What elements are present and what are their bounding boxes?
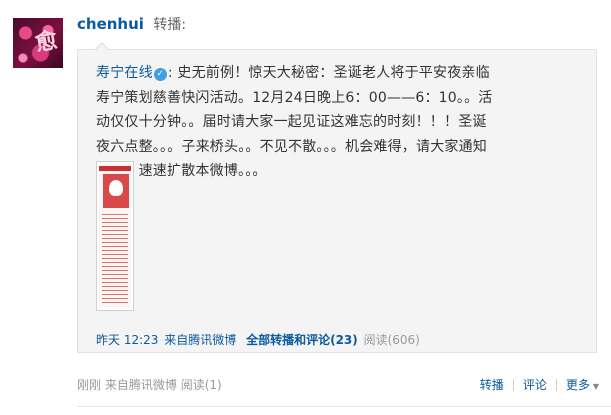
more-label: 更多	[565, 378, 590, 392]
username-link[interactable]: chenhui	[77, 15, 144, 33]
thumbnail-poster	[99, 164, 131, 308]
divider	[512, 378, 514, 391]
quoted-post-text: 寿宁在线 ✓: 史无前例！惊天大秘密：圣诞老人将于平安夜亲临寿宁策划慈善快闪活动。…	[96, 61, 496, 184]
thumbnail-santa-picture	[103, 174, 129, 208]
post-source-link[interactable]: 来自腾讯微博	[105, 378, 177, 392]
divider	[555, 378, 557, 391]
comments-label: 全部转播和评论	[246, 333, 331, 347]
post-header: chenhui 转播:	[77, 14, 186, 34]
post-actions: 转播 评论 更多 ▼	[480, 376, 599, 393]
all-reposts-comments-link[interactable]: 全部转播和评论(23)	[246, 333, 358, 347]
quoted-image-thumbnail[interactable]	[96, 161, 134, 311]
post-meta: 刚刚 来自腾讯微博 阅读(1)	[77, 376, 222, 393]
quoted-source-link[interactable]: 来自腾讯微博	[164, 333, 236, 347]
quoted-time-link[interactable]: 昨天 12:23	[96, 333, 158, 347]
avatar-glyph: 愈	[33, 27, 60, 57]
avatar[interactable]: 愈	[13, 18, 63, 68]
comments-count: (23)	[330, 333, 358, 347]
post-action-label: 转播:	[153, 17, 187, 33]
chevron-down-icon: ▼	[592, 382, 599, 391]
repost-button[interactable]: 转播	[480, 376, 504, 393]
post-divider	[77, 406, 611, 407]
thumbnail-banner	[99, 166, 131, 171]
quoted-body: 史无前例！惊天大秘密：圣诞老人将于平安夜亲临寿宁策划慈善快闪活动。12月24日晚…	[96, 65, 493, 179]
author-separator: :	[167, 65, 173, 81]
quoted-post-meta: 昨天 12:23 来自腾讯微博 全部转播和评论(23) 阅读(606)	[96, 331, 420, 348]
comment-button[interactable]: 评论	[523, 376, 547, 393]
quoted-author-link[interactable]: 寿宁在线	[96, 65, 153, 81]
thumbnail-text-lines	[102, 214, 128, 304]
quote-arrow-inner	[96, 44, 108, 50]
quoted-read-count: 阅读(606)	[363, 333, 420, 347]
verified-check-icon: ✓	[153, 68, 167, 81]
post-time-link[interactable]: 刚刚	[77, 378, 101, 392]
post-read-count: 阅读(1)	[180, 378, 222, 392]
more-button[interactable]: 更多 ▼	[566, 376, 599, 393]
